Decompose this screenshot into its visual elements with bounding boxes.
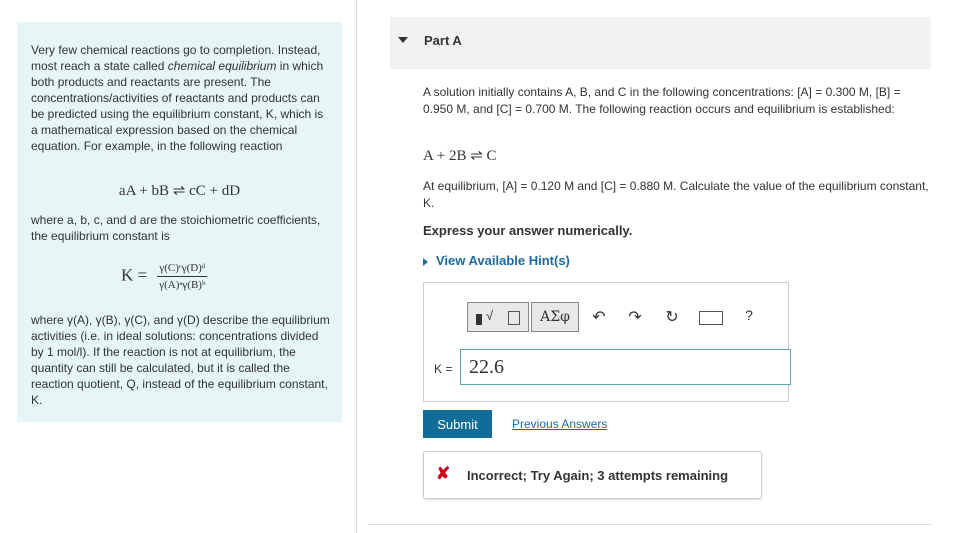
incorrect-icon: ✘ — [436, 464, 451, 483]
sqrt-icon: √ — [486, 308, 494, 323]
equilibrium-constant-expression: K = γ(C)ᶜγ(D)ᵈ γ(A)ᵃγ(B)ᵇ — [121, 262, 208, 291]
feedback-text: Incorrect; Try Again; 3 attempts remaini… — [467, 468, 729, 483]
part-header[interactable]: Part A — [390, 17, 931, 69]
box-icon — [508, 311, 520, 325]
answer-input[interactable] — [460, 349, 791, 385]
reset-icon[interactable]: ↻ — [662, 307, 682, 327]
equilibrium-statement: At equilibrium, [A] = 0.120 M and [C] = … — [423, 179, 929, 210]
where-text: where a, b, c, and d are the stoichiomet… — [31, 213, 321, 243]
greek-symbols-button[interactable]: ΑΣφ — [531, 302, 579, 332]
problem-statement: A solution initially contains A, B, and … — [423, 85, 901, 116]
bottom-divider — [368, 524, 932, 525]
intro-panel: Very few chemical reactions go to comple… — [17, 22, 342, 422]
intro-text: Very few chemical reactions go to comple… — [31, 43, 324, 153]
k-numerator: γ(C)ᶜγ(D)ᵈ — [157, 262, 208, 277]
help-icon[interactable]: ? — [739, 307, 759, 323]
activities-text: where γ(A), γ(B), γ(C), and γ(D) describ… — [31, 313, 330, 407]
column-divider — [356, 0, 357, 533]
answer-instruction: Express your answer numerically. — [423, 223, 633, 238]
collapse-caret-icon[interactable] — [398, 37, 408, 43]
redo-icon[interactable]: ↷ — [625, 307, 645, 327]
expand-caret-icon — [423, 257, 428, 266]
k-symbol: K = — [121, 265, 148, 285]
answer-box: √ ΑΣφ ↶ ↷ ↻ ? K = — [423, 282, 791, 402]
feedback-box: ✘ Incorrect; Try Again; 3 attempts remai… — [423, 451, 762, 499]
specific-reaction: A + 2B ⇌ C — [423, 148, 497, 164]
k-fraction: γ(C)ᶜγ(D)ᵈ γ(A)ᵃγ(B)ᵇ — [157, 262, 208, 291]
cursor-block-icon — [476, 314, 482, 325]
view-hints-link[interactable]: View Available Hint(s) — [423, 253, 570, 268]
templates-button[interactable]: √ — [467, 302, 529, 332]
general-reaction: aA + bB ⇌ cC + dD — [118, 183, 241, 199]
answer-label: K = — [434, 362, 453, 376]
keyboard-icon[interactable] — [699, 311, 723, 325]
k-denominator: γ(A)ᵃγ(B)ᵇ — [159, 279, 206, 291]
submit-button[interactable]: Submit — [423, 410, 492, 438]
previous-answers-link[interactable]: Previous Answers — [512, 417, 607, 431]
undo-icon[interactable]: ↶ — [589, 307, 609, 327]
part-title: Part A — [424, 33, 462, 48]
